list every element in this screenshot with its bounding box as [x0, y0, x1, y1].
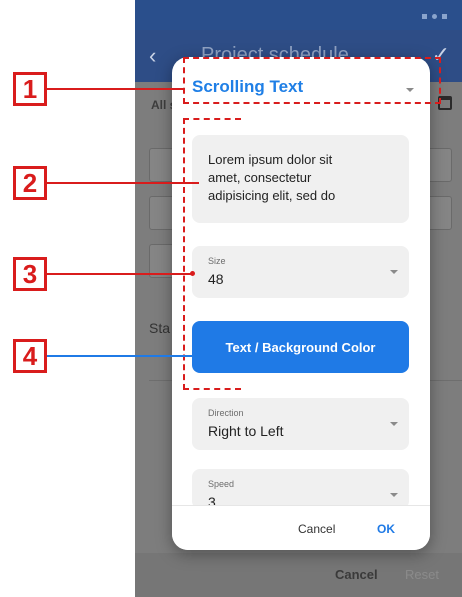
bg-reset-button[interactable]: Reset: [405, 567, 439, 582]
ok-button[interactable]: OK: [377, 522, 395, 536]
callout-2: 2: [13, 166, 47, 200]
direction-select[interactable]: Direction Right to Left: [192, 398, 409, 450]
start-label: Sta: [149, 320, 171, 336]
chevron-down-icon: [390, 422, 398, 426]
signal-icon: [422, 14, 427, 19]
highlight-box-1: [183, 57, 441, 104]
chevron-down-icon: [390, 270, 398, 274]
status-bar: [135, 0, 462, 30]
highlight-box-2-4: [183, 118, 241, 390]
speed-label: Speed: [208, 479, 235, 489]
leader-line-3: [47, 273, 192, 275]
dialog-footer: Cancel OK: [172, 505, 430, 550]
direction-label: Direction: [208, 408, 244, 418]
leader-line-4: [47, 355, 197, 357]
leader-line-2: [47, 182, 199, 184]
arrow-back-icon[interactable]: ‹: [149, 43, 156, 69]
callout-4: 4: [13, 339, 47, 373]
bg-cancel-button[interactable]: Cancel: [335, 567, 378, 582]
battery-icon: [432, 14, 437, 19]
speed-select[interactable]: Speed 3: [192, 469, 409, 509]
chevron-down-icon: [390, 493, 398, 497]
direction-value: Right to Left: [208, 423, 284, 439]
leader-line-1: [47, 88, 183, 90]
callout-3: 3: [13, 257, 47, 291]
callout-1: 1: [13, 72, 47, 106]
cancel-button[interactable]: Cancel: [298, 522, 335, 536]
wifi-icon: [442, 14, 447, 19]
leader-dot: [195, 353, 200, 358]
leader-dot: [190, 271, 195, 276]
